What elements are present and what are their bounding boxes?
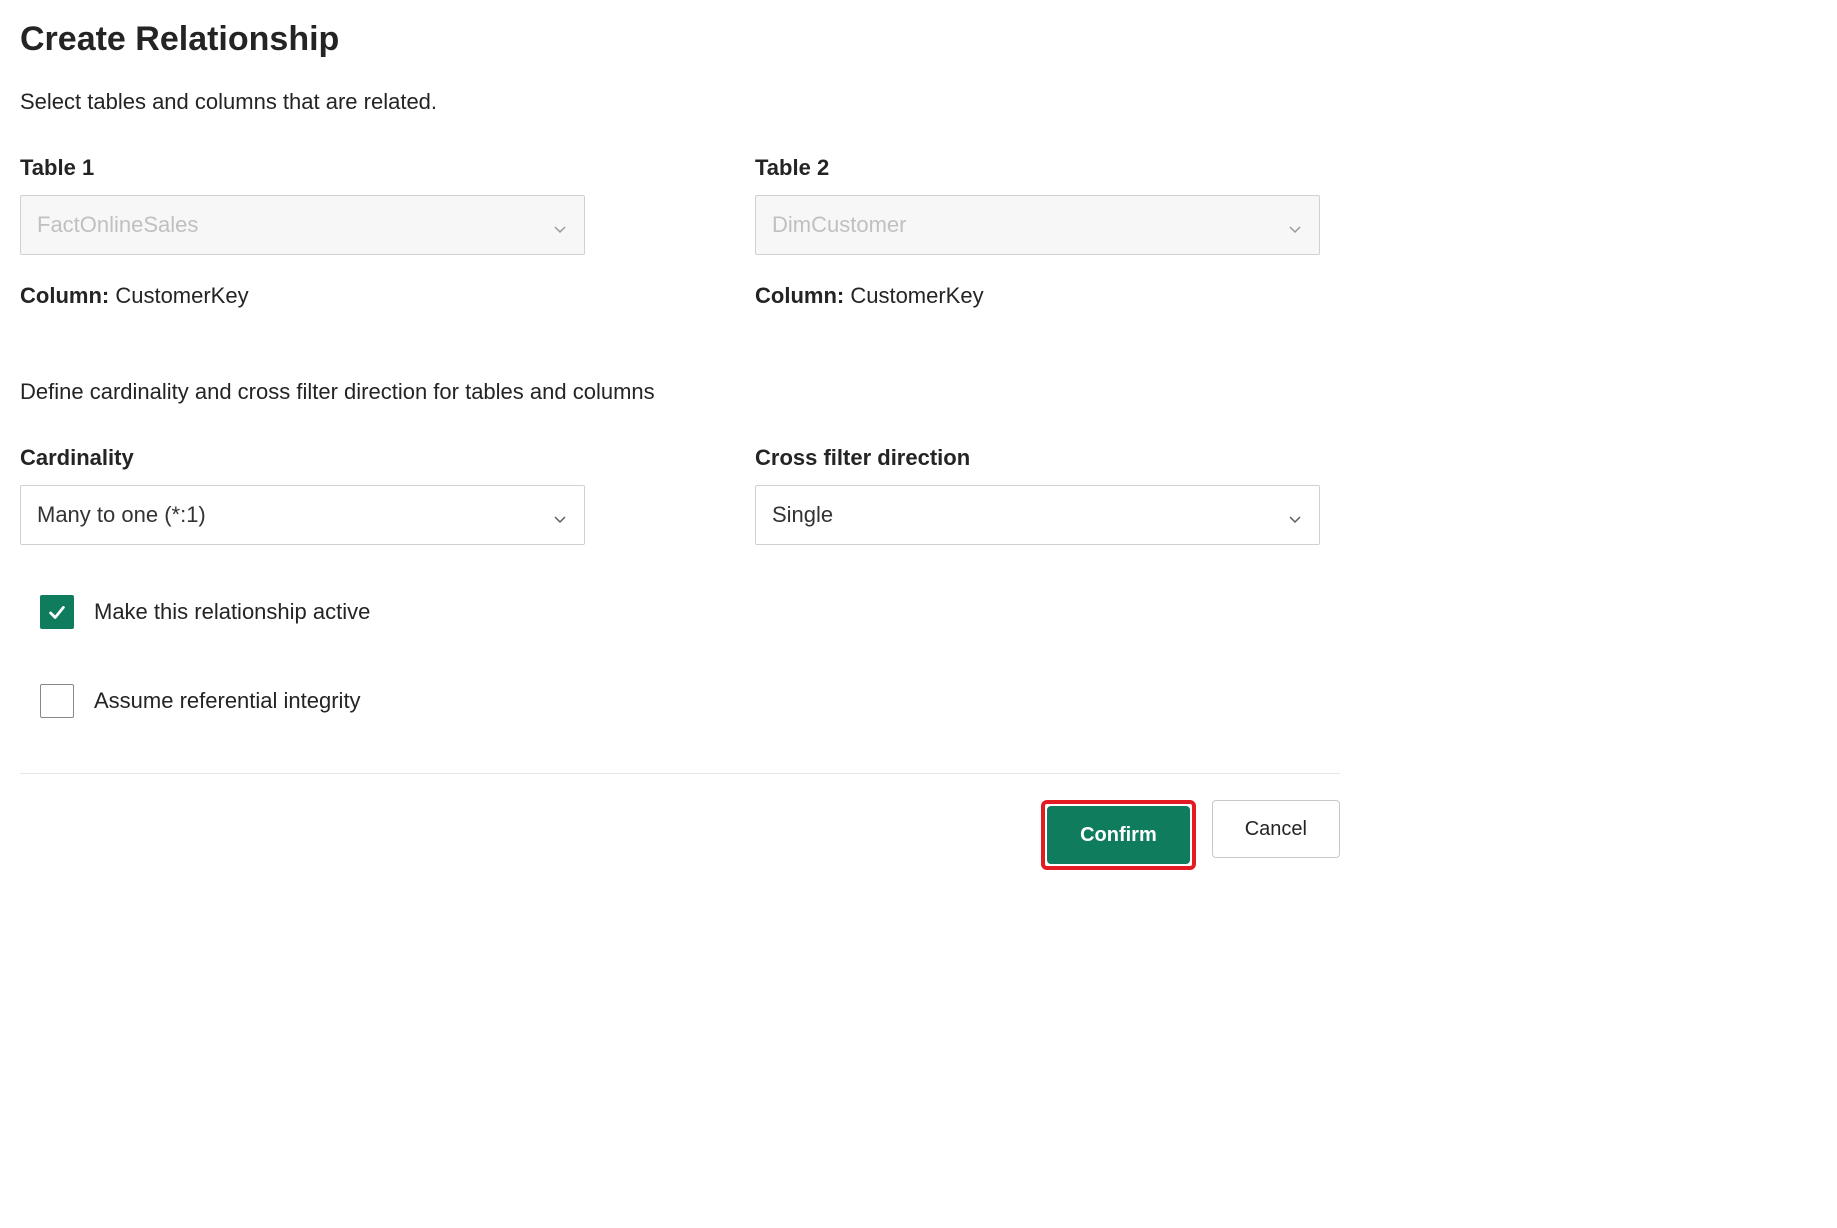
tables-row: Table 1 FactOnlineSales Column: Customer… <box>20 155 1340 309</box>
table1-label: Table 1 <box>20 155 585 181</box>
table1-column-label: Column: <box>20 283 109 308</box>
table1-column-line: Column: CustomerKey <box>20 283 585 309</box>
chevron-down-icon <box>1287 507 1303 523</box>
crossfilter-block: Cross filter direction Single <box>755 445 1320 545</box>
table2-column-line: Column: CustomerKey <box>755 283 1320 309</box>
cardinality-block: Cardinality Many to one (*:1) <box>20 445 585 545</box>
table2-value: DimCustomer <box>772 212 906 238</box>
cardinality-label: Cardinality <box>20 445 585 471</box>
confirm-highlight: Confirm <box>1041 800 1196 870</box>
integrity-checkbox[interactable] <box>40 684 74 718</box>
crossfilter-value: Single <box>772 502 833 528</box>
cardinality-subtitle: Define cardinality and cross filter dire… <box>20 379 1340 405</box>
table1-value: FactOnlineSales <box>37 212 198 238</box>
cardinality-row: Cardinality Many to one (*:1) Cross filt… <box>20 445 1340 545</box>
dialog-title: Create Relationship <box>20 20 1340 59</box>
dialog-subtitle: Select tables and columns that are relat… <box>20 89 1340 115</box>
cancel-button[interactable]: Cancel <box>1212 800 1340 858</box>
crossfilter-select[interactable]: Single <box>755 485 1320 545</box>
dialog-footer: Confirm Cancel <box>20 773 1340 870</box>
chevron-down-icon <box>552 507 568 523</box>
chevron-down-icon <box>552 217 568 233</box>
create-relationship-dialog: Create Relationship Select tables and co… <box>20 20 1340 870</box>
integrity-checkbox-label[interactable]: Assume referential integrity <box>94 688 361 714</box>
table2-column-label: Column: <box>755 283 844 308</box>
table2-block: Table 2 DimCustomer Column: CustomerKey <box>755 155 1320 309</box>
cardinality-select[interactable]: Many to one (*:1) <box>20 485 585 545</box>
active-checkbox-label[interactable]: Make this relationship active <box>94 599 370 625</box>
chevron-down-icon <box>1287 217 1303 233</box>
confirm-button[interactable]: Confirm <box>1047 806 1190 864</box>
table1-column-value: CustomerKey <box>115 283 248 308</box>
integrity-checkbox-row: Assume referential integrity <box>40 684 1340 718</box>
active-checkbox-row: Make this relationship active <box>40 595 1340 629</box>
table2-column-value: CustomerKey <box>850 283 983 308</box>
table2-label: Table 2 <box>755 155 1320 181</box>
crossfilter-label: Cross filter direction <box>755 445 1320 471</box>
table1-select[interactable]: FactOnlineSales <box>20 195 585 255</box>
cardinality-value: Many to one (*:1) <box>37 502 206 528</box>
active-checkbox[interactable] <box>40 595 74 629</box>
table2-select[interactable]: DimCustomer <box>755 195 1320 255</box>
table1-block: Table 1 FactOnlineSales Column: Customer… <box>20 155 585 309</box>
